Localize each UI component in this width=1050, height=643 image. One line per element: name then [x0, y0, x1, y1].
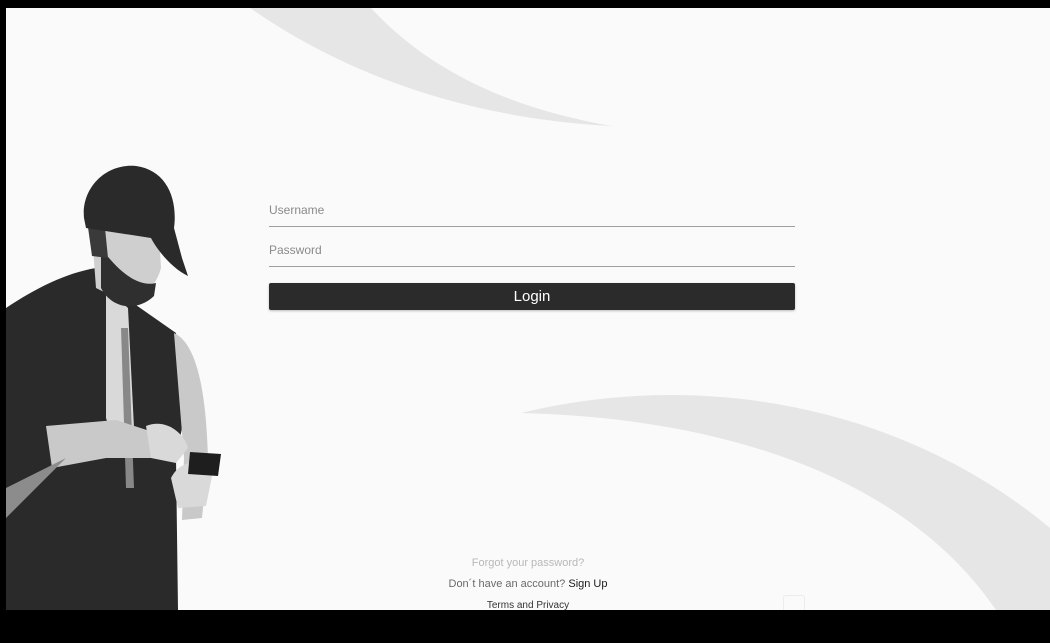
terms-and-privacy-link[interactable]: Terms and Privacy — [487, 600, 569, 610]
man-with-phone-illustration — [6, 165, 221, 610]
no-account-text: Don´t have an account? — [448, 578, 569, 590]
forgot-password-link[interactable]: Forgot your password? — [472, 557, 585, 569]
faint-outline-shape — [783, 595, 805, 610]
login-form: Login — [269, 193, 795, 310]
forgot-row: Forgot your password? — [6, 553, 1050, 574]
password-input[interactable] — [269, 233, 795, 266]
top-swoosh — [250, 8, 612, 126]
terms-row: Terms and Privacy — [6, 595, 1050, 610]
login-button[interactable]: Login — [269, 283, 795, 310]
username-input[interactable] — [269, 193, 795, 226]
app-frame: Login Forgot your password? Don´t have a… — [6, 8, 1050, 610]
sign-up-link[interactable]: Sign Up — [568, 578, 607, 590]
username-field-container — [269, 193, 795, 227]
signup-row: Don´t have an account? Sign Up — [6, 574, 1050, 595]
footer-links: Forgot your password? Don´t have an acco… — [6, 553, 1050, 610]
password-field-container — [269, 233, 795, 267]
